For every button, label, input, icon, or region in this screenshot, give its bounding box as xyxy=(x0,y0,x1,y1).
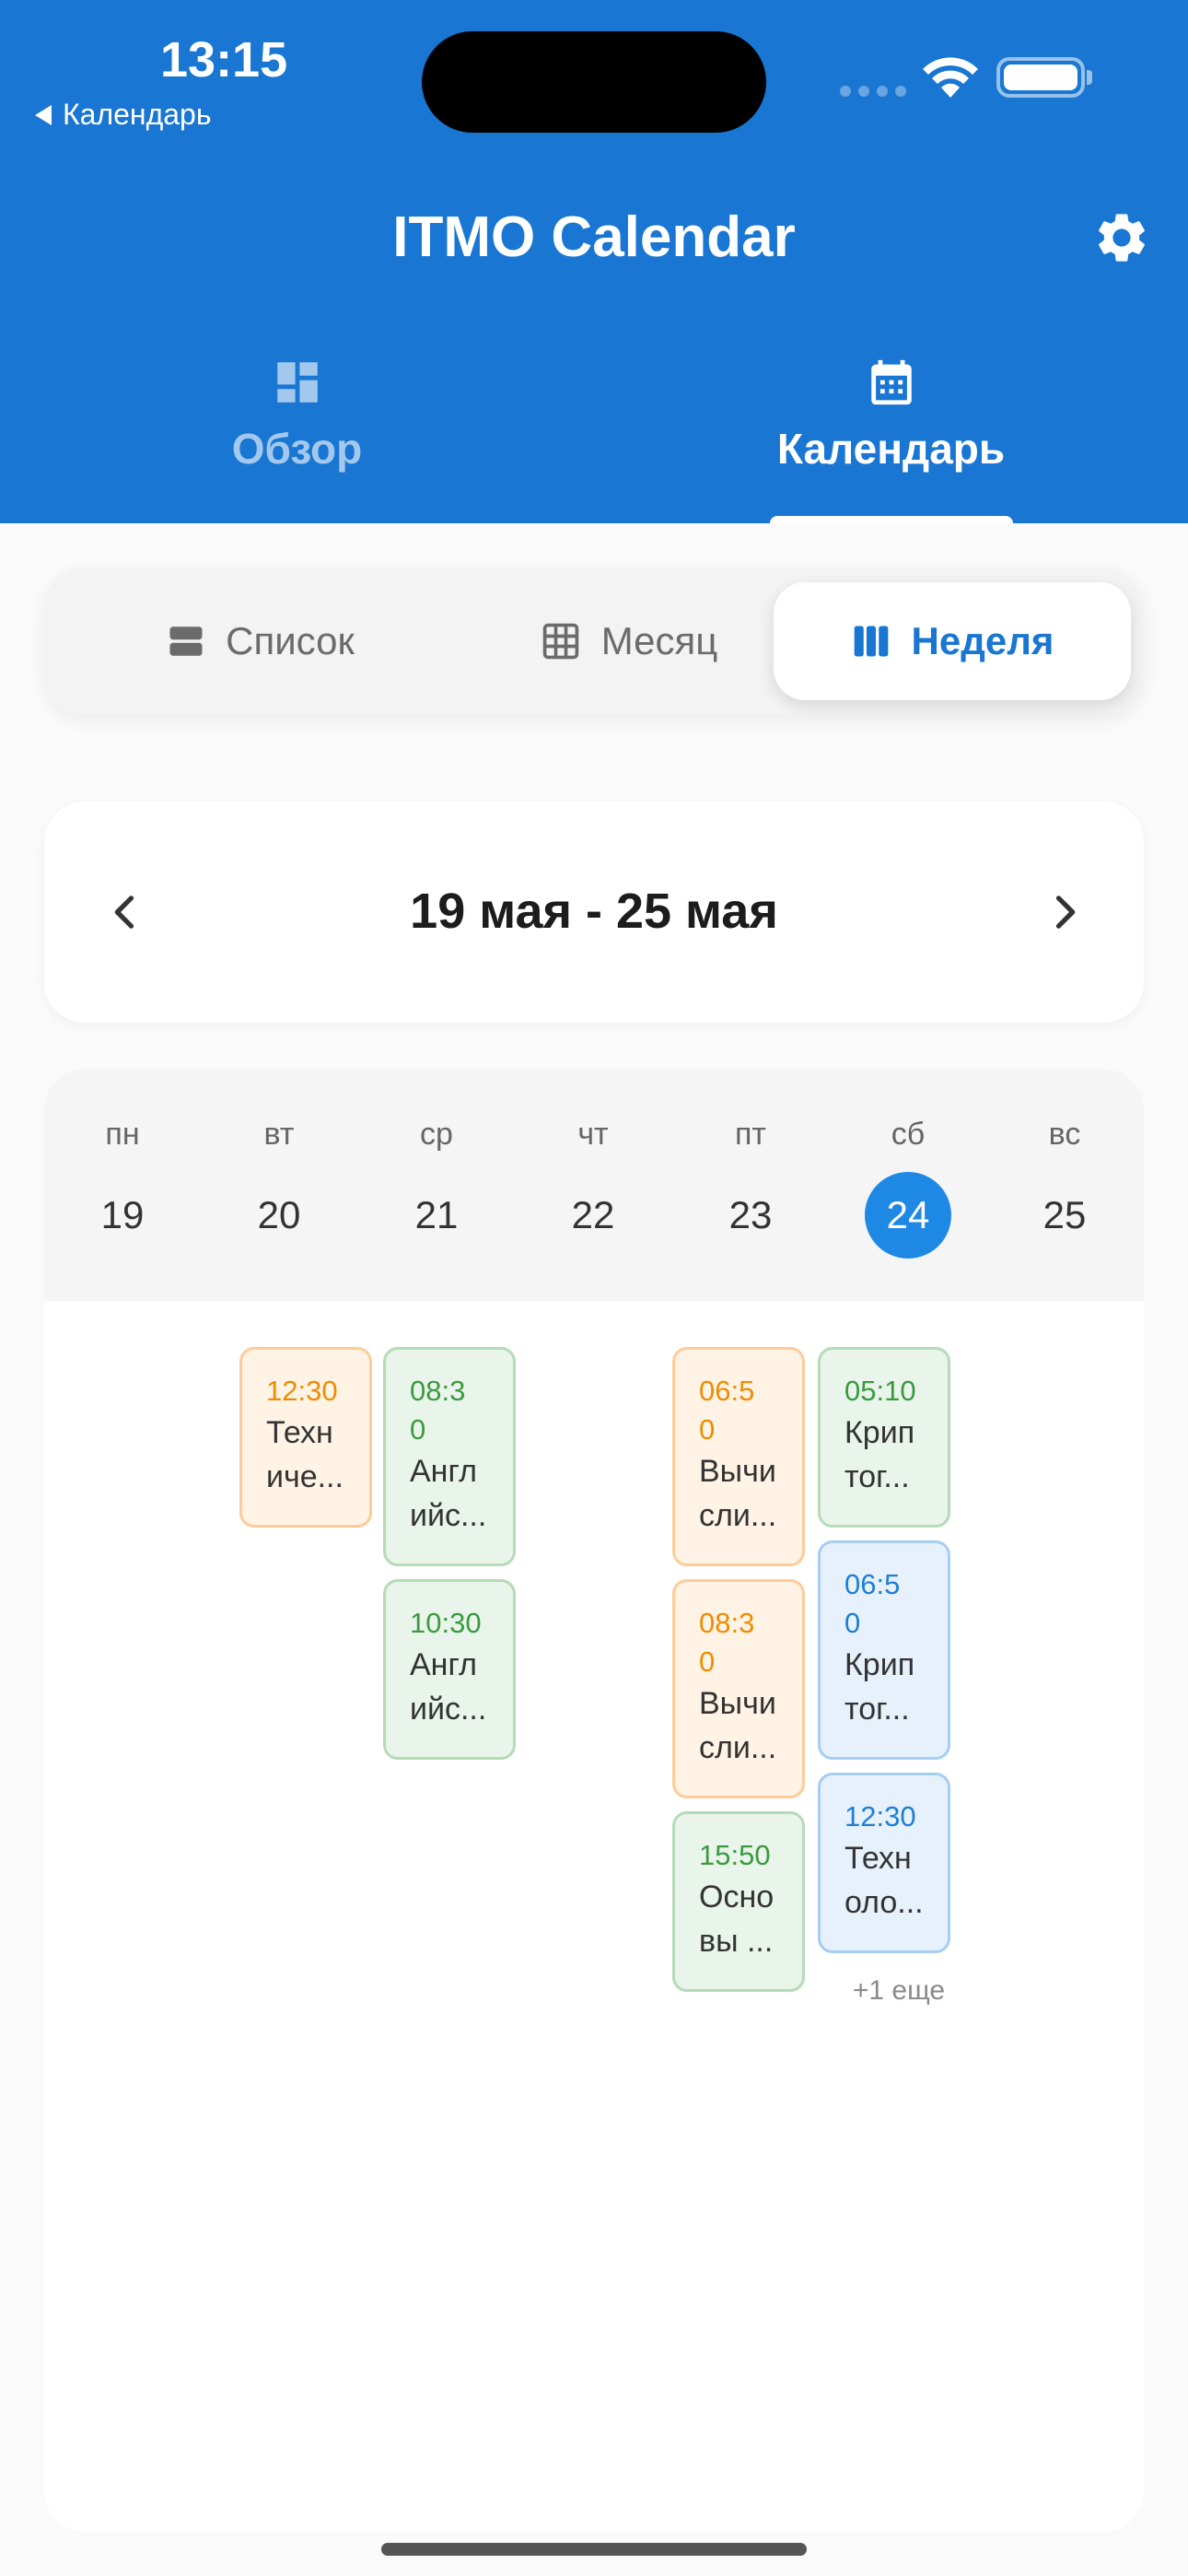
tab-calendar[interactable]: Календарь xyxy=(594,356,1188,474)
day-number: 19 xyxy=(100,1193,145,1236)
event-title-line: Вычи xyxy=(699,1454,776,1489)
view-mode-switch: Список Месяц Неделя xyxy=(44,568,1144,715)
view-month-label: Месяц xyxy=(600,619,718,662)
day-name: вс xyxy=(1048,1117,1081,1152)
more-events-link[interactable]: +1 еще xyxy=(833,1975,965,2007)
back-to-app-link[interactable]: Календарь xyxy=(35,98,212,132)
day-number-today: 24 xyxy=(865,1172,951,1259)
event-time: 12:30 xyxy=(844,1800,916,1832)
view-week-button[interactable]: Неделя xyxy=(774,582,1131,700)
day-number: 21 xyxy=(414,1193,459,1236)
tab-overview[interactable]: Обзор xyxy=(0,356,594,474)
event-title-line: ийс... xyxy=(410,1498,487,1533)
event-card[interactable]: 15:50 Осно вы ... xyxy=(672,1811,805,1992)
home-indicator[interactable] xyxy=(381,2543,807,2556)
day-name: чт xyxy=(577,1117,609,1152)
event-time: 08:3 xyxy=(410,1375,466,1407)
tab-calendar-label: Календарь xyxy=(776,425,1006,473)
day-name: пт xyxy=(735,1117,766,1152)
event-time: 12:30 xyxy=(266,1375,338,1407)
event-title-line: Крип xyxy=(844,1647,915,1682)
grid-icon xyxy=(542,623,578,660)
event-title-line: Вычи xyxy=(699,1686,776,1721)
settings-gear-icon[interactable] xyxy=(1092,208,1151,267)
event-card[interactable]: 06:5 0 Вычи сли... xyxy=(672,1347,805,1566)
view-week-label: Неделя xyxy=(911,619,1054,662)
battery-cap xyxy=(1087,70,1092,85)
back-link-label: Календарь xyxy=(63,98,212,131)
event-title-line: Техн xyxy=(844,1841,912,1876)
event-title-line: тог... xyxy=(844,1692,910,1727)
event-title-line: тог... xyxy=(844,1459,910,1494)
dynamic-island xyxy=(422,31,766,133)
event-time: 0 xyxy=(699,1413,716,1446)
dashboard-icon xyxy=(276,362,318,403)
event-time: 05:10 xyxy=(844,1375,916,1407)
day-number: 22 xyxy=(571,1193,615,1236)
event-title-line: сли... xyxy=(699,1730,777,1765)
list-icon xyxy=(169,626,203,656)
event-title-line: ийс... xyxy=(410,1692,487,1727)
event-title-line: Англ xyxy=(410,1647,477,1682)
event-card[interactable]: 05:10 Крип тог... xyxy=(818,1347,950,1528)
event-time: 10:30 xyxy=(410,1607,482,1639)
status-time: 13:15 xyxy=(160,32,288,88)
cellular-signal-icon xyxy=(840,86,906,97)
active-tab-indicator xyxy=(770,516,1013,523)
view-list-label: Список xyxy=(226,619,355,662)
event-card[interactable]: 10:30 Англ ийс... xyxy=(383,1579,516,1760)
day-name: вт xyxy=(263,1117,295,1152)
event-time: 0 xyxy=(844,1607,861,1639)
event-time: 08:3 xyxy=(699,1607,755,1639)
event-title-line: оло... xyxy=(844,1885,924,1920)
app-title: ITMO Calendar xyxy=(392,205,796,269)
back-arrow-icon xyxy=(35,104,52,125)
event-title-line: Англ xyxy=(410,1454,477,1489)
event-card[interactable]: 12:30 Техн оло... xyxy=(818,1773,950,1953)
app-header: 13:15 Календарь ITMO Calendar Обзор Кале… xyxy=(0,0,1188,523)
event-time: 0 xyxy=(699,1645,716,1678)
next-week-chevron-icon[interactable] xyxy=(1041,888,1089,936)
event-time: 06:5 xyxy=(844,1568,901,1600)
day-number: 25 xyxy=(1042,1193,1087,1236)
event-title-line: сли... xyxy=(699,1498,777,1533)
tab-overview-label: Обзор xyxy=(231,425,363,473)
event-title-line: Осно xyxy=(699,1879,775,1914)
event-card[interactable]: 08:3 0 Англ ийс... xyxy=(383,1347,516,1566)
calendar-icon xyxy=(870,359,912,405)
wifi-icon xyxy=(923,57,978,98)
event-title-line: иче... xyxy=(266,1459,344,1494)
event-card[interactable]: 08:3 0 Вычи сли... xyxy=(672,1579,805,1798)
day-name: ср xyxy=(420,1117,453,1152)
day-name: пн xyxy=(105,1117,140,1152)
event-time: 06:5 xyxy=(699,1375,755,1407)
week-grid: пн 19 вт 20 ср 21 чт 22 пт 23 сб 24 вс 2… xyxy=(44,1069,1144,2532)
event-card[interactable]: 06:5 0 Крип тог... xyxy=(818,1540,950,1760)
week-range-title: 19 мая - 25 мая xyxy=(410,884,778,939)
weekday-header: пн 19 вт 20 ср 21 чт 22 пт 23 сб 24 вс 2… xyxy=(44,1069,1144,1301)
view-list-button[interactable]: Список xyxy=(81,582,440,700)
week-columns-icon xyxy=(854,626,888,657)
event-card[interactable]: 12:30 Техн иче... xyxy=(239,1347,372,1528)
battery-icon xyxy=(996,57,1085,98)
event-time: 15:50 xyxy=(699,1839,771,1871)
event-time: 0 xyxy=(410,1413,426,1446)
week-navigator: 19 мая - 25 мая xyxy=(44,802,1144,1023)
day-number: 20 xyxy=(257,1193,301,1236)
event-title-line: Крип xyxy=(844,1415,915,1450)
view-month-button[interactable]: Месяц xyxy=(449,582,809,700)
event-title-line: Техн xyxy=(266,1415,333,1450)
event-title-line: вы ... xyxy=(699,1924,774,1959)
day-number: 23 xyxy=(728,1193,773,1236)
day-name: сб xyxy=(891,1117,926,1152)
